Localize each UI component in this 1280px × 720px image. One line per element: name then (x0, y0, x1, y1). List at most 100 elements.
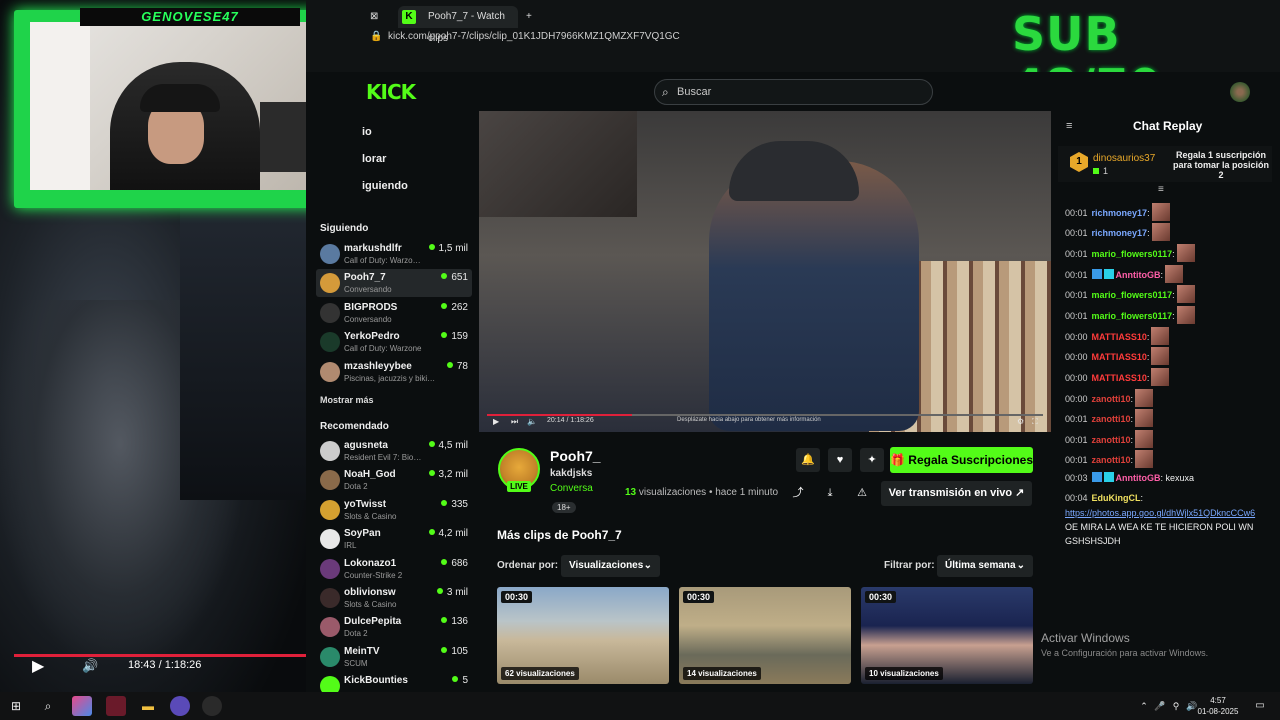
video-settings-icon[interactable]: ⚙ (1017, 417, 1024, 426)
chat-username[interactable]: zanotti10 (1092, 414, 1131, 424)
app-icon[interactable] (106, 696, 126, 716)
chat-time: 00:01 (1065, 228, 1088, 238)
chat-time: 00:00 (1065, 332, 1088, 342)
discord-icon[interactable] (170, 696, 190, 716)
stream-category[interactable]: Conversa (550, 483, 593, 494)
channel-avatar (320, 529, 340, 550)
webcam-label: GENOVESE47 (80, 8, 300, 26)
channel-avatar (320, 558, 340, 579)
chat-time: 00:00 (1065, 352, 1088, 362)
taskbar: ⊞ ⌕ ▬ ⌃ 🎤 ⚲ 🔊 4:57 01-08-2025 ▭ (0, 692, 1280, 720)
chat-username[interactable]: EduKingCL (1092, 493, 1141, 503)
video-fullscreen-icon[interactable]: ⛶ (1032, 417, 1038, 427)
player-time: 18:43 / 1:18:26 (128, 659, 202, 671)
channel-category: Conversando (344, 314, 392, 324)
new-tab-icon[interactable]: + (526, 6, 532, 28)
viewer-count: 335 (441, 499, 468, 510)
chat-username[interactable]: mario_flowers0117 (1092, 249, 1173, 259)
chat-username[interactable]: zanotti10 (1092, 394, 1131, 404)
clip-card[interactable]: 00:30 14 visualizaciones (679, 587, 851, 684)
sidebar-channel[interactable]: Pooh7_7 Conversando 651 (316, 269, 472, 298)
user-avatar[interactable] (1230, 82, 1250, 102)
copilot-icon[interactable] (72, 696, 92, 716)
chat-username[interactable]: MATTIASS10 (1092, 373, 1147, 383)
nav-following[interactable]: iguiendo (362, 180, 408, 192)
sidebar-channel[interactable]: YerkoPedro Call of Duty: Warzone 159 (316, 328, 472, 356)
windows-start-icon[interactable]: ⊞ (6, 696, 26, 716)
chat-time: 00:01 (1065, 270, 1088, 280)
clock-time: 4:57 (1210, 696, 1226, 705)
sidebar-channel[interactable]: Lokonazo1 Counter-Strike 2 686 (316, 555, 472, 583)
sidebar-channel[interactable]: SoyPan IRL 4,2 mil (316, 525, 472, 553)
video-hint: Desplázate hacia abajo para obtener más … (677, 417, 821, 423)
viewer-count: 651 (441, 272, 468, 283)
volume-icon[interactable]: 🔊 (82, 658, 98, 674)
heart-icon[interactable]: ♥ (828, 448, 852, 472)
chat-username[interactable]: richmoney17 (1092, 228, 1148, 238)
sidebar-channel[interactable]: mzashleyybee Piscinas, jacuzzis y biki… 78 (316, 358, 472, 386)
collapse-icon[interactable]: ≡ (1158, 184, 1164, 195)
show-more-link[interactable]: Mostrar más (320, 395, 374, 405)
chat-username[interactable]: richmoney17 (1092, 208, 1148, 218)
kick-logo[interactable]: KICK (366, 80, 426, 104)
sidebar-channel[interactable]: DulcePepita Dota 2 136 (316, 613, 472, 641)
notifications-icon[interactable]: ▭ (1250, 696, 1270, 716)
age-badge: 18+ (552, 502, 576, 513)
sidebar-channel[interactable]: markushdlfr Call of Duty: Warzo… 1,5 mil (316, 240, 472, 268)
sidebar-channel[interactable]: oblivionsw Slots & Casino 3 mil (316, 584, 472, 612)
sidebar-channel[interactable]: yoTwisst Slots & Casino 335 (316, 496, 472, 524)
video-progress[interactable] (487, 414, 1043, 416)
system-clock[interactable]: 4:57 01-08-2025 (1196, 695, 1240, 717)
chat-username[interactable]: MATTIASS10 (1092, 332, 1147, 342)
sparkle-icon[interactable]: ✦ (860, 448, 884, 472)
channel-category: IRL (344, 541, 357, 551)
channel-name: oblivionsw (344, 587, 396, 598)
notification-bell-icon[interactable]: 🔔 (796, 448, 820, 472)
obs-icon[interactable] (202, 696, 222, 716)
play-icon[interactable]: ▶ (32, 656, 44, 676)
player-progress[interactable] (14, 654, 306, 657)
clip-video[interactable]: ▶ ⏭ 🔈 20:14 / 1:18:26 Desplázate hacia a… (479, 111, 1051, 432)
channel-category: Slots & Casino (344, 600, 397, 609)
sidebar-channel[interactable]: agusneta Resident Evil 7: Bio… 4,5 mil (316, 437, 472, 465)
pinned-user[interactable]: dinosaurios37 (1093, 153, 1155, 164)
video-next-icon[interactable]: ⏭ (511, 417, 518, 427)
address-bar[interactable]: 🔒 kick.com/pooh7-7/clips/clip_01K1JDH796… (366, 28, 1086, 46)
nav-home[interactable]: io (362, 126, 372, 138)
webcam-feed (30, 22, 352, 190)
sidebar-channel[interactable]: MeinTV SCUM 105 (316, 643, 472, 671)
filter-dropdown[interactable]: Última semana ⌄ (937, 555, 1033, 577)
share-icon[interactable]: ⤴ (786, 481, 810, 505)
chat-username[interactable]: zanotti10 (1092, 435, 1131, 445)
sidebar-channel[interactable]: NoaH_God Dota 2 3,2 mil (316, 466, 472, 494)
chat-username[interactable]: mario_flowers0117 (1092, 311, 1173, 321)
search-icon[interactable]: ⌕ (38, 696, 58, 716)
channel-name[interactable]: Pooh7_ (550, 448, 601, 464)
search-input[interactable]: ⌕ Buscar (654, 79, 933, 105)
chat-username[interactable]: MATTIASS10 (1092, 352, 1147, 362)
folder-icon[interactable]: ▬ (138, 696, 158, 716)
chat-message: 00:01 zanotti10: (1065, 409, 1154, 427)
clip-card[interactable]: 00:30 62 visualizaciones (497, 587, 669, 684)
video-play-icon[interactable]: ▶ (493, 417, 499, 426)
chat-username[interactable]: AnntitoGB (1116, 270, 1161, 280)
video-volume-icon[interactable]: 🔈 (527, 417, 537, 426)
report-icon[interactable]: ⚠ (850, 481, 874, 505)
watch-live-button[interactable]: Ver transmisión en vivo ↗ (881, 481, 1032, 506)
gift-subs-button[interactable]: 🎁 Regala Suscripciones (890, 447, 1033, 473)
download-icon[interactable]: ⤓ (818, 481, 842, 505)
chat-username[interactable]: mario_flowers0117 (1092, 290, 1173, 300)
chat-message: 00:01 richmoney17: (1065, 203, 1170, 221)
order-dropdown[interactable]: Visualizaciones ⌄ (561, 555, 660, 577)
chat-username[interactable]: AnntitoGB (1116, 473, 1161, 483)
nav-explore[interactable]: lorar (362, 153, 386, 165)
chat-username[interactable]: zanotti10 (1092, 455, 1131, 465)
chat-menu-icon[interactable]: ≡ (1066, 120, 1072, 132)
tab-active[interactable]: K Pooh7_7 - Watch clips (398, 6, 518, 44)
tab-previous[interactable]: ⊠ (370, 6, 394, 28)
channel-avatar (320, 273, 340, 294)
sidebar-channel[interactable]: BIGPRODS Conversando 262 (316, 299, 472, 327)
clock-date: 01-08-2025 (1197, 707, 1239, 716)
channel-avatar (320, 361, 340, 382)
clip-card[interactable]: 00:30 10 visualizaciones (861, 587, 1033, 684)
